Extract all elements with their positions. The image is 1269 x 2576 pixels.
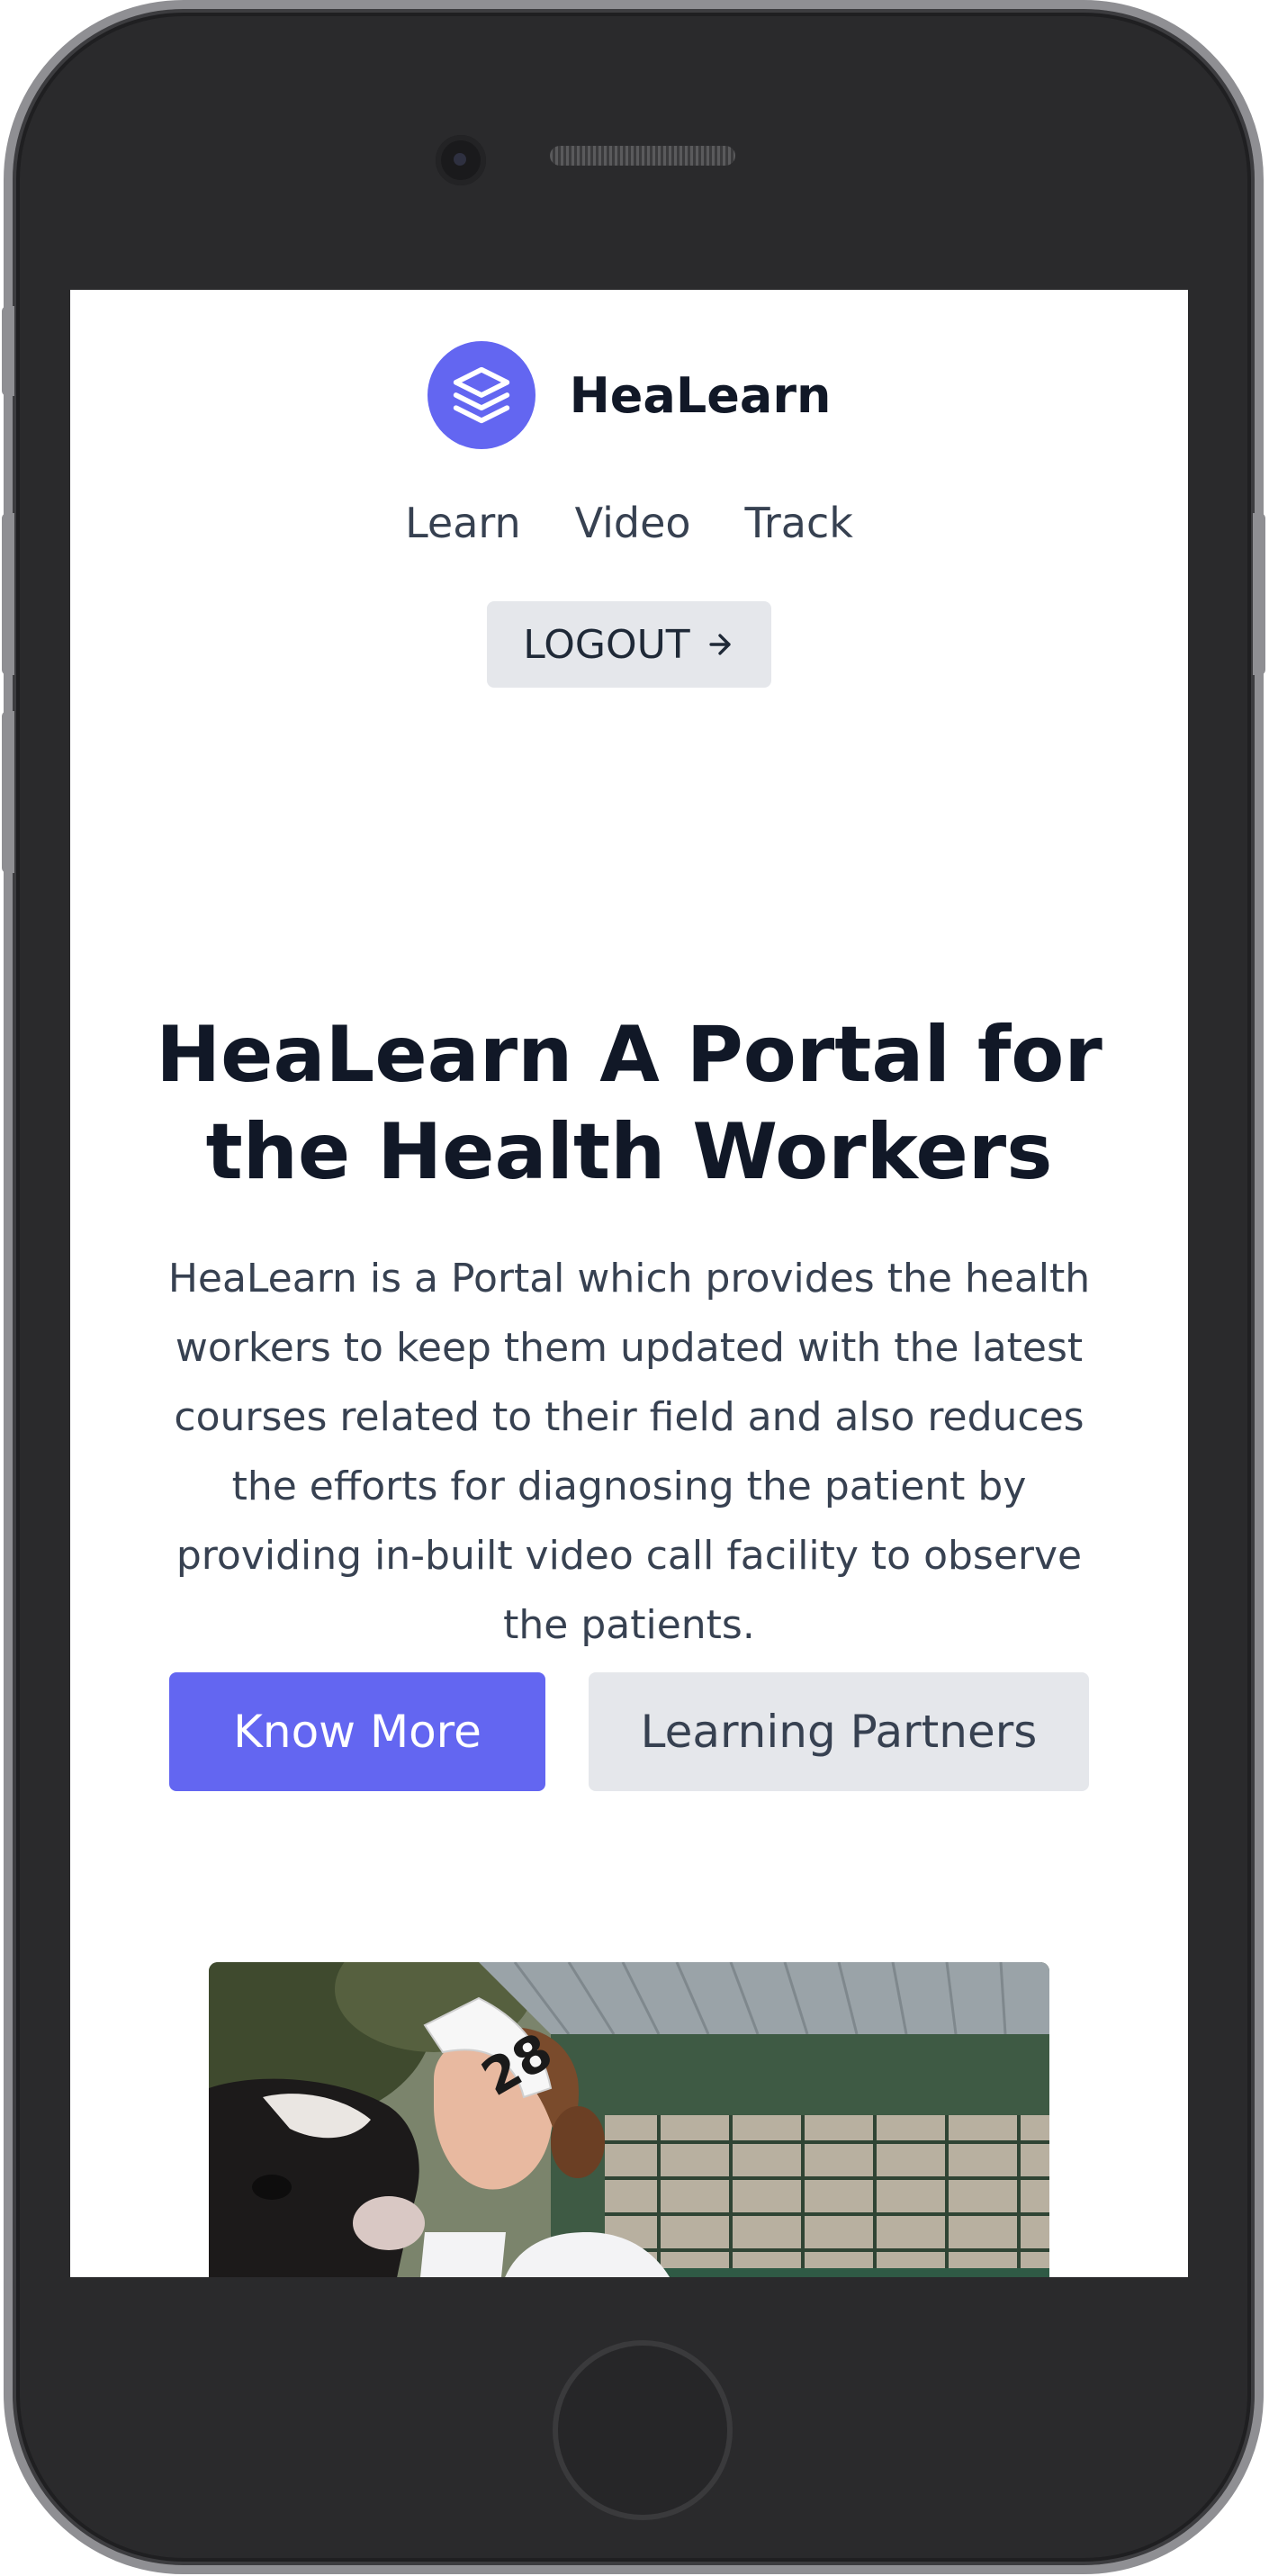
know-more-button[interactable]: Know More xyxy=(169,1672,545,1791)
hero-photo-illustration: 28 xyxy=(209,1962,1049,2277)
screen: HeaLearn Learn Video Track LOGOUT HeaLea… xyxy=(70,290,1188,2277)
front-camera xyxy=(436,135,486,185)
volume-up-button xyxy=(2,513,14,675)
brand-header[interactable]: HeaLearn xyxy=(70,340,1188,450)
main-nav: Learn Video Track xyxy=(70,499,1188,562)
nav-item-video[interactable]: Video xyxy=(575,499,691,562)
brand-name: HeaLearn xyxy=(569,366,832,424)
power-button xyxy=(1253,513,1265,675)
home-button[interactable] xyxy=(553,2340,733,2520)
layers-icon xyxy=(453,366,509,424)
logout-button[interactable]: LOGOUT xyxy=(487,601,771,688)
hero-photo: 28 xyxy=(209,1962,1049,2277)
volume-down-button xyxy=(2,711,14,873)
logout-label: LOGOUT xyxy=(523,621,690,668)
learning-partners-button[interactable]: Learning Partners xyxy=(589,1672,1089,1791)
mute-switch xyxy=(2,306,14,396)
earpiece-speaker xyxy=(550,146,735,166)
hero-title: HeaLearn A Portal for the Health Workers xyxy=(156,1010,1102,1197)
nav-item-learn[interactable]: Learn xyxy=(405,499,521,562)
hero-description: HeaLearn is a Portal which provides the … xyxy=(167,1256,1091,1648)
logo xyxy=(427,341,536,449)
nav-item-track[interactable]: Track xyxy=(745,499,853,562)
arrow-right-icon xyxy=(709,634,731,655)
